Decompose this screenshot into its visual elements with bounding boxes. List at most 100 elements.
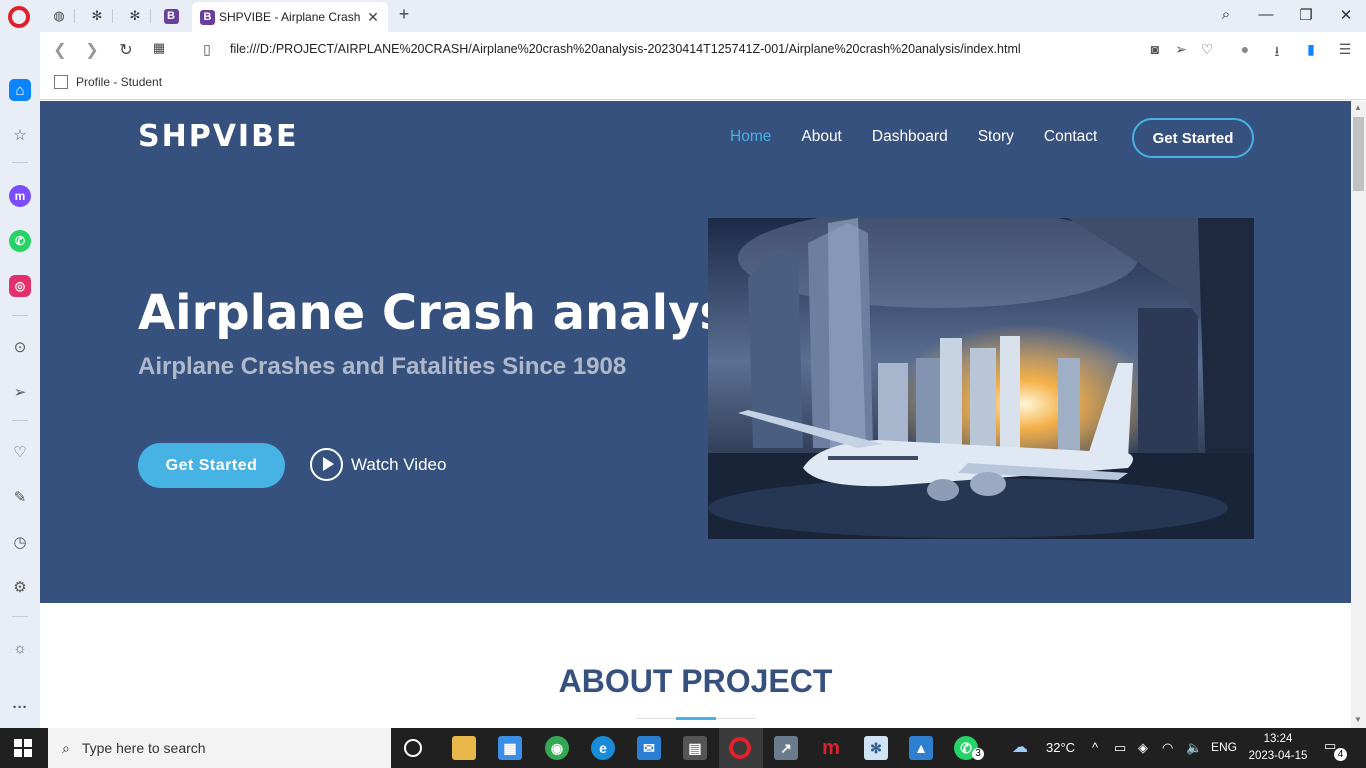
- search-tabs-icon[interactable]: ⌕: [1214, 6, 1238, 23]
- bookmark-profile-student[interactable]: Profile - Student: [54, 75, 162, 89]
- main-nav: Home About Dashboard Story Contact: [730, 128, 1097, 146]
- camera-icon[interactable]: ◙: [1146, 41, 1164, 57]
- nav-home[interactable]: Home: [730, 128, 771, 146]
- clock-time: 13:24: [1263, 733, 1293, 745]
- download-icon[interactable]: ⭳: [1268, 41, 1286, 65]
- hero-section: SHPVIBE Home About Dashboard Story Conta…: [40, 101, 1351, 603]
- hero-airplane-image: [708, 218, 1254, 539]
- play-icon: [310, 448, 343, 481]
- bookmarks-bar: Profile - Student: [40, 68, 1366, 100]
- send-sidebar-icon[interactable]: ➢: [9, 381, 31, 403]
- nav-story[interactable]: Story: [978, 128, 1014, 146]
- instagram-icon[interactable]: ◎: [9, 275, 31, 297]
- tableau-tab-icon[interactable]: ✻: [82, 5, 113, 27]
- tableau-tab-icon-2[interactable]: ✻: [120, 5, 151, 27]
- site-logo[interactable]: SHPVIBE: [138, 119, 298, 154]
- profile-avatar-icon[interactable]: ●: [1236, 41, 1254, 57]
- restore-button[interactable]: ❐: [1294, 6, 1318, 24]
- notification-count: 4: [1334, 748, 1347, 761]
- cortana-icon[interactable]: [404, 739, 422, 757]
- vpn-icon[interactable]: ▮: [1302, 41, 1320, 58]
- scroll-thumb[interactable]: [1353, 117, 1364, 191]
- edge-icon[interactable]: e: [591, 736, 615, 760]
- mail-icon[interactable]: ✉: [637, 736, 661, 760]
- nav-contact[interactable]: Contact: [1044, 128, 1097, 146]
- nav-dashboard[interactable]: Dashboard: [872, 128, 948, 146]
- hero-subtitle: Airplane Crashes and Fatalities Since 19…: [138, 353, 627, 380]
- settings-gear-icon[interactable]: ⚙: [9, 576, 31, 598]
- wifi-icon[interactable]: ◠: [1162, 740, 1173, 756]
- language-indicator[interactable]: ENG: [1211, 740, 1237, 754]
- address-bar: ❮ ❯ ↻ ▦ ▯ file:///D:/PROJECT/AIRPLANE%20…: [40, 32, 1366, 68]
- taskbar-search[interactable]: ⌕ Type here to search: [48, 728, 391, 768]
- heart-icon[interactable]: ♡: [1198, 41, 1216, 58]
- heart-sidebar-icon[interactable]: ♡: [9, 441, 31, 463]
- more-options-icon[interactable]: ···: [9, 696, 31, 718]
- photos-icon[interactable]: ▲: [909, 736, 933, 760]
- forward-button[interactable]: ❯: [82, 40, 102, 60]
- watch-video-link[interactable]: Watch Video: [310, 448, 446, 481]
- screen: ◍ ✻ ✻ B B SHPVIBE - Airplane Crash ✕ + ⌕…: [0, 0, 1366, 768]
- url-field[interactable]: file:///D:/PROJECT/AIRPLANE%20CRASH/Airp…: [230, 42, 1021, 56]
- weather-cloud-icon[interactable]: ☁: [1012, 737, 1028, 757]
- hero-title: Airplane Crash analysis: [138, 285, 773, 341]
- close-window-button[interactable]: ✕: [1334, 6, 1358, 24]
- about-project-title: ABOUT PROJECT: [558, 663, 833, 699]
- file-explorer-icon[interactable]: [452, 736, 476, 760]
- scroll-up-icon[interactable]: ▲: [1354, 103, 1362, 112]
- minimize-button[interactable]: —: [1254, 6, 1278, 23]
- page-scrollbar[interactable]: ▲ ▼: [1351, 101, 1366, 728]
- tabs-grid-icon[interactable]: ▦: [149, 40, 169, 56]
- windows-taskbar: ⌕ Type here to search ▦ ◉ e ✉ ▤ ↗ m ✻ ▲ …: [0, 728, 1366, 768]
- file-icon: ▯: [203, 41, 211, 57]
- image-icon: [54, 75, 68, 89]
- opera-sidebar: ⌂ ☆ m ✆ ◎ ⊙ ➢ ♡ ✎ ◷ ⚙ ☼ ···: [0, 32, 40, 728]
- nav-get-started-button[interactable]: Get Started: [1132, 118, 1254, 158]
- new-tab-button[interactable]: +: [394, 4, 414, 25]
- globe-tab-icon[interactable]: ◍: [44, 5, 75, 27]
- bootstrap-tab-icon[interactable]: B: [158, 5, 188, 27]
- bookmark-star-icon[interactable]: ☆: [9, 124, 31, 146]
- tab-title: SHPVIBE - Airplane Crash: [219, 10, 361, 24]
- nav-about[interactable]: About: [801, 128, 842, 146]
- bookmark-label: Profile - Student: [76, 75, 163, 89]
- close-tab-icon[interactable]: ✕: [364, 9, 382, 26]
- watch-video-label: Watch Video: [351, 454, 447, 474]
- history-icon[interactable]: ◷: [9, 531, 31, 553]
- messenger-icon[interactable]: m: [9, 185, 31, 207]
- search-icon: ⌕: [62, 739, 70, 756]
- home-icon[interactable]: ⌂: [9, 79, 31, 101]
- weather-temp[interactable]: 32°C: [1046, 740, 1075, 755]
- active-tab[interactable]: B SHPVIBE - Airplane Crash ✕: [192, 2, 388, 32]
- scroll-down-icon[interactable]: ▼: [1354, 715, 1362, 724]
- windows-start-icon[interactable]: [14, 739, 32, 757]
- snipping-icon[interactable]: ↗: [774, 736, 798, 760]
- snowflake-app-icon[interactable]: ✻: [864, 736, 888, 760]
- browser-tab-bar: ◍ ✻ ✻ B B SHPVIBE - Airplane Crash ✕ + ⌕…: [0, 0, 1366, 32]
- network-icon[interactable]: ◈: [1138, 740, 1148, 756]
- back-button[interactable]: ❮: [50, 40, 70, 60]
- chrome-icon[interactable]: ◉: [545, 736, 569, 760]
- about-divider-accent: [676, 717, 716, 720]
- bootstrap-favicon-icon: B: [200, 9, 215, 25]
- whatsapp-icon[interactable]: ✆: [9, 230, 31, 252]
- easy-setup-icon[interactable]: ☰: [1336, 41, 1354, 58]
- battery-icon[interactable]: ▭: [1114, 740, 1126, 756]
- opera-taskbar-icon[interactable]: [729, 737, 751, 759]
- opera-logo-icon[interactable]: [8, 6, 30, 28]
- volume-icon[interactable]: 🔈: [1186, 740, 1202, 756]
- reload-button[interactable]: ↻: [116, 40, 136, 60]
- hero-get-started-button[interactable]: Get Started: [138, 443, 285, 488]
- whatsapp-badge: 3: [972, 748, 984, 760]
- calculator-icon[interactable]: ▤: [683, 736, 707, 760]
- pinboard-icon[interactable]: ✎: [9, 486, 31, 508]
- tray-chevron-icon[interactable]: ^: [1092, 740, 1098, 755]
- player-icon[interactable]: ⊙: [9, 336, 31, 358]
- clock-date: 2023-04-15: [1248, 750, 1308, 762]
- search-placeholder: Type here to search: [81, 740, 206, 756]
- store-icon[interactable]: ▦: [498, 736, 522, 760]
- send-icon[interactable]: ➢: [1172, 41, 1190, 58]
- app-m-icon[interactable]: m: [819, 736, 843, 760]
- taskbar-clock[interactable]: 13:24 2023-04-15: [1246, 731, 1310, 765]
- lightbulb-icon[interactable]: ☼: [9, 637, 31, 659]
